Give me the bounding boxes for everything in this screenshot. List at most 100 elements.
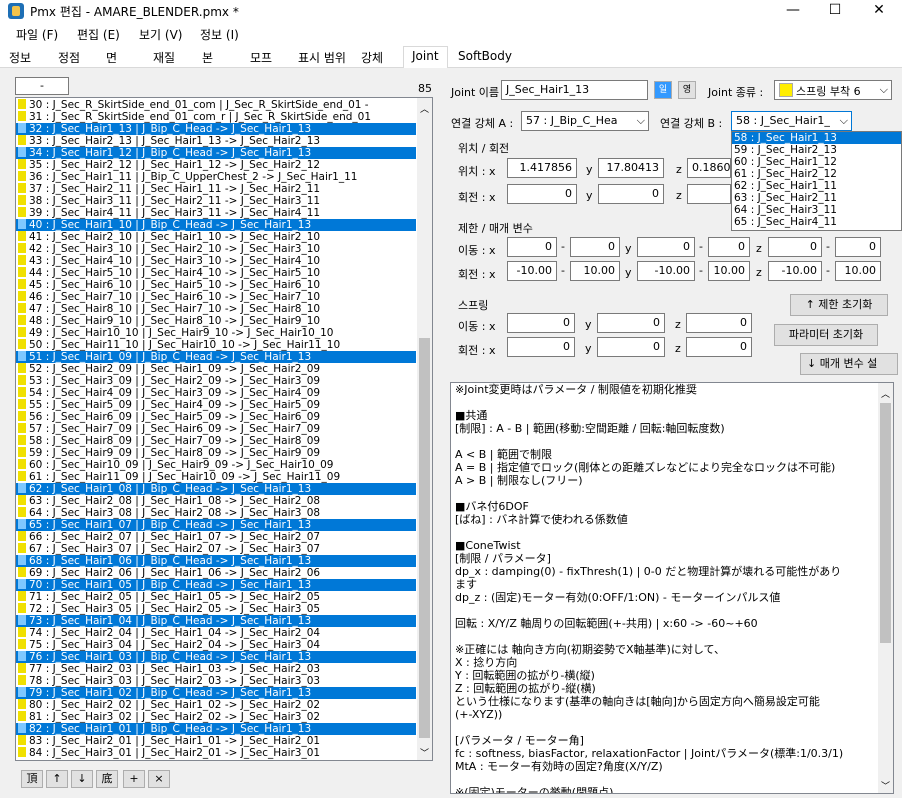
list-item[interactable]: 48 : J_Sec_Hair9_10 | J_Sec_Hair8_10 -> …	[16, 315, 416, 327]
move-y-min-input[interactable]: 0	[637, 237, 695, 257]
tab-display-frame[interactable]: 표시 범위	[298, 49, 346, 66]
menu-info[interactable]: 정보 (I)	[200, 26, 239, 43]
dropdown-option[interactable]: 62 : J_Sec_Hair1_11	[732, 180, 901, 192]
list-item[interactable]: 58 : J_Sec_Hair8_09 | J_Sec_Hair7_09 -> …	[16, 435, 416, 447]
tab-bone[interactable]: 본	[202, 49, 213, 66]
list-item[interactable]: 47 : J_Sec_Hair8_10 | J_Sec_Hair7_10 -> …	[16, 303, 416, 315]
list-scrollbar[interactable]: ︿ ﹀	[417, 98, 432, 760]
list-item[interactable]: 50 : J_Sec_Hair11_10 | J_Sec_Hair10_10 -…	[16, 339, 416, 351]
tab-rigid-body[interactable]: 강체	[361, 49, 383, 66]
joint-name-input[interactable]: J_Sec_Hair1_13	[501, 80, 648, 100]
list-item[interactable]: 43 : J_Sec_Hair4_10 | J_Sec_Hair3_10 -> …	[16, 255, 416, 267]
move-down-button[interactable]: ↓	[71, 770, 93, 788]
reset-limit-button[interactable]: ↑ 제한 초기화	[790, 294, 888, 316]
list-item[interactable]: 80 : J_Sec_Hair2_02 | J_Sec_Hair1_02 -> …	[16, 699, 416, 711]
list-item[interactable]: 44 : J_Sec_Hair5_10 | J_Sec_Hair4_10 -> …	[16, 267, 416, 279]
dropdown-option[interactable]: 63 : J_Sec_Hair2_11	[732, 192, 901, 204]
list-item[interactable]: 54 : J_Sec_Hair4_09 | J_Sec_Hair3_09 -> …	[16, 387, 416, 399]
list-item[interactable]: 45 : J_Sec_Hair6_10 | J_Sec_Hair5_10 -> …	[16, 279, 416, 291]
list-item[interactable]: 79 : J_Sec_Hair1_02 | J_Bip_C_Head -> J_…	[16, 687, 416, 699]
list-item[interactable]: 35 : J_Sec_Hair2_12 | J_Sec_Hair1_12 -> …	[16, 159, 416, 171]
list-item[interactable]: 81 : J_Sec_Hair3_02 | J_Sec_Hair2_02 -> …	[16, 711, 416, 723]
list-item[interactable]: 72 : J_Sec_Hair3_05 | J_Sec_Hair2_05 -> …	[16, 603, 416, 615]
list-item[interactable]: 41 : J_Sec_Hair2_10 | J_Sec_Hair1_10 -> …	[16, 231, 416, 243]
tab-softbody[interactable]: SoftBody	[458, 49, 512, 63]
list-item[interactable]: 74 : J_Sec_Hair2_04 | J_Sec_Hair1_04 -> …	[16, 627, 416, 639]
joint-list[interactable]: 30 : J_Sec_R_SkirtSide_end_01_com | J_Se…	[15, 97, 433, 761]
list-item[interactable]: 68 : J_Sec_Hair1_06 | J_Bip_C_Head -> J_…	[16, 555, 416, 567]
spring-move-z-input[interactable]: 0	[686, 313, 752, 333]
scroll-up-icon[interactable]: ︿	[881, 387, 890, 400]
list-item[interactable]: 31 : J_Sec_R_SkirtSide_end_01_com_r | J_…	[16, 111, 416, 123]
list-item[interactable]: 76 : J_Sec_Hair1_03 | J_Bip_C_Head -> J_…	[16, 651, 416, 663]
joint-type-select[interactable]: 스프링 부착 6 ⌵	[774, 80, 892, 100]
list-item[interactable]: 73 : J_Sec_Hair1_04 | J_Bip_C_Head -> J_…	[16, 615, 416, 627]
menu-file[interactable]: 파일 (F)	[16, 26, 58, 43]
close-button[interactable]: ✕	[856, 0, 902, 22]
list-item[interactable]: 66 : J_Sec_Hair2_07 | J_Sec_Hair1_07 -> …	[16, 531, 416, 543]
delete-button[interactable]: ×	[148, 770, 170, 788]
tab-vertex[interactable]: 정점	[58, 49, 80, 66]
help-notes-text[interactable]: ※Joint変更時はパラメータ / 制限値を初期化推奨 ■共通 [制限] : A -…	[450, 382, 894, 794]
list-item[interactable]: 57 : J_Sec_Hair7_09 | J_Sec_Hair6_09 -> …	[16, 423, 416, 435]
notes-scrollbar[interactable]: ︿ ﹀	[878, 383, 893, 793]
add-button[interactable]: +	[123, 770, 145, 788]
english-name-button[interactable]: 영	[678, 81, 696, 99]
list-item[interactable]: 64 : J_Sec_Hair3_08 | J_Sec_Hair2_08 -> …	[16, 507, 416, 519]
list-item[interactable]: 63 : J_Sec_Hair2_08 | J_Sec_Hair1_08 -> …	[16, 495, 416, 507]
list-item[interactable]: 59 : J_Sec_Hair9_09 | J_Sec_Hair8_09 -> …	[16, 447, 416, 459]
dropdown-option[interactable]: 59 : J_Sec_Hair2_13	[732, 144, 901, 156]
list-item[interactable]: 84 : J_Sec_Hair3_01 | J_Sec_Hair2_01 -> …	[16, 747, 416, 759]
list-item[interactable]: 36 : J_Sec_Hair1_11 | J_Bip_C_UpperChest…	[16, 171, 416, 183]
list-item[interactable]: 78 : J_Sec_Hair3_03 | J_Sec_Hair2_03 -> …	[16, 675, 416, 687]
list-item[interactable]: 67 : J_Sec_Hair3_07 | J_Sec_Hair2_07 -> …	[16, 543, 416, 555]
rotation-x-input[interactable]: 0	[507, 184, 577, 204]
tab-joint[interactable]: Joint	[403, 46, 448, 68]
move-up-button[interactable]: ↑	[46, 770, 68, 788]
rot-x-max-input[interactable]: 10.00	[570, 261, 620, 281]
body-a-select[interactable]: 57 : J_Bip_C_Hea ⌵	[521, 111, 649, 131]
rotation-y-input[interactable]: 0	[598, 184, 664, 204]
move-top-button[interactable]: 頂	[21, 770, 43, 788]
list-item[interactable]: 70 : J_Sec_Hair1_05 | J_Bip_C_Head -> J_…	[16, 579, 416, 591]
list-item[interactable]: 32 : J_Sec_Hair1_13 | J_Bip_C_Head -> J_…	[16, 123, 416, 135]
spring-move-y-input[interactable]: 0	[597, 313, 665, 333]
move-bottom-button[interactable]: 底	[96, 770, 118, 788]
list-item[interactable]: 51 : J_Sec_Hair1_09 | J_Bip_C_Head -> J_…	[16, 351, 416, 363]
japanese-name-button[interactable]: 일	[654, 81, 672, 99]
list-item[interactable]: 39 : J_Sec_Hair4_11 | J_Sec_Hair3_11 -> …	[16, 207, 416, 219]
set-parameter-button[interactable]: ↓ 매개 변수 설	[800, 353, 898, 375]
move-y-max-input[interactable]: 0	[708, 237, 750, 257]
dropdown-option[interactable]: 64 : J_Sec_Hair3_11	[732, 204, 901, 216]
list-item[interactable]: 49 : J_Sec_Hair10_10 | J_Sec_Hair9_10 ->…	[16, 327, 416, 339]
rot-y-min-input[interactable]: -10.00	[637, 261, 695, 281]
list-item[interactable]: 82 : J_Sec_Hair1_01 | J_Bip_C_Head -> J_…	[16, 723, 416, 735]
reset-parameter-button[interactable]: 파라미터 초기화	[774, 324, 878, 346]
list-item[interactable]: 34 : J_Sec_Hair1_12 | J_Bip_C_Head -> J_…	[16, 147, 416, 159]
scroll-down-icon[interactable]: ﹀	[420, 746, 429, 759]
rot-x-min-input[interactable]: -10.00	[507, 261, 557, 281]
tab-face[interactable]: 면	[106, 49, 117, 66]
list-item[interactable]: 46 : J_Sec_Hair7_10 | J_Sec_Hair6_10 -> …	[16, 291, 416, 303]
move-z-min-input[interactable]: 0	[768, 237, 822, 257]
list-filter-input[interactable]: -	[15, 77, 69, 95]
dropdown-option[interactable]: 60 : J_Sec_Hair1_12	[732, 156, 901, 168]
rotation-z-input[interactable]	[687, 184, 731, 204]
spring-rot-y-input[interactable]: 0	[597, 337, 665, 357]
position-y-input[interactable]: 17.80413	[598, 158, 664, 178]
list-item[interactable]: 56 : J_Sec_Hair6_09 | J_Sec_Hair5_09 -> …	[16, 411, 416, 423]
spring-rot-z-input[interactable]: 0	[686, 337, 752, 357]
list-item[interactable]: 75 : J_Sec_Hair3_04 | J_Sec_Hair2_04 -> …	[16, 639, 416, 651]
list-item[interactable]: 69 : J_Sec_Hair2_06 | J_Sec_Hair1_06 -> …	[16, 567, 416, 579]
dropdown-option[interactable]: 58 : J_Sec_Hair1_13	[732, 132, 901, 144]
list-item[interactable]: 40 : J_Sec_Hair1_10 | J_Bip_C_Head -> J_…	[16, 219, 416, 231]
scroll-thumb[interactable]	[880, 403, 891, 643]
maximize-button[interactable]: ☐	[812, 0, 858, 22]
list-item[interactable]: 61 : J_Sec_Hair11_09 | J_Sec_Hair10_09 -…	[16, 471, 416, 483]
list-item[interactable]: 60 : J_Sec_Hair10_09 | J_Sec_Hair9_09 ->…	[16, 459, 416, 471]
list-item[interactable]: 30 : J_Sec_R_SkirtSide_end_01_com | J_Se…	[16, 99, 416, 111]
dropdown-option[interactable]: 65 : J_Sec_Hair4_11	[732, 216, 901, 228]
list-item[interactable]: 38 : J_Sec_Hair3_11 | J_Sec_Hair2_11 -> …	[16, 195, 416, 207]
minimize-button[interactable]: —	[770, 0, 816, 22]
list-item[interactable]: 55 : J_Sec_Hair5_09 | J_Sec_Hair4_09 -> …	[16, 399, 416, 411]
